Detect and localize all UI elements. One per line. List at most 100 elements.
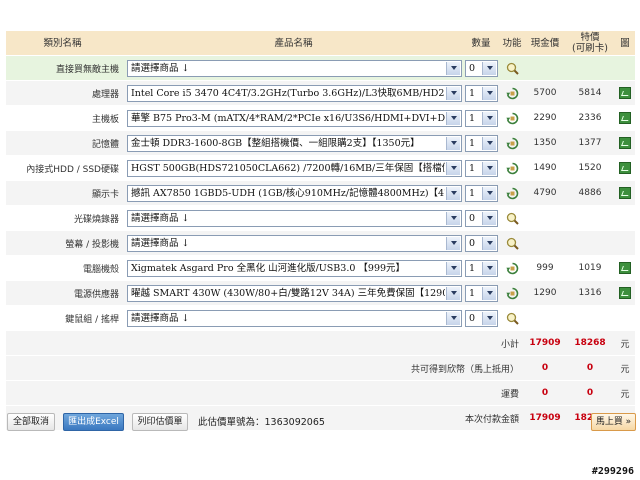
summary-card: 18268 (565, 330, 615, 356)
cash-price: 5700 (525, 80, 565, 106)
quantity-select[interactable]: 1 (465, 159, 498, 177)
quantity-select[interactable]: 0 (465, 309, 498, 327)
product-image-icon[interactable] (619, 137, 631, 149)
product-image-icon[interactable] (619, 187, 631, 199)
category-label: 內接式HDD / SSD硬碟 (6, 155, 124, 181)
table-header-row: 類別名稱 產品名稱 數量 功能 現金價 特價 (可刷卡) 圖 (6, 31, 635, 56)
recycle-icon[interactable] (505, 162, 519, 175)
product-select[interactable]: 請選擇商品 ↓ (127, 309, 462, 327)
summary-label: 小計 (6, 330, 525, 356)
quantity-select[interactable]: 0 (465, 209, 498, 227)
product-image-icon[interactable] (619, 162, 631, 174)
card-price: 1377 (565, 130, 615, 156)
header-card-price-line2: (可刷卡) (572, 43, 608, 54)
magnifier-icon[interactable] (506, 62, 519, 75)
product-select-value: 曜越 SMART 430W (430W/80+白/雙路12V 34A) 三年免費… (131, 287, 445, 299)
product-select[interactable]: 華擎 B75 Pro3-M (mATX/4*RAM/2*PCIe x16/U3S… (127, 109, 462, 127)
card-price (565, 55, 615, 81)
table-row: 處理器 Intel Core i5 3470 4C4T/3.2GHz(Turbo … (6, 80, 635, 106)
quantity-select[interactable]: 1 (465, 259, 498, 277)
chevron-down-icon (482, 86, 496, 100)
buy-now-button[interactable]: 馬上買 » (591, 413, 636, 431)
recycle-icon[interactable] (505, 137, 519, 150)
card-price: 2336 (565, 105, 615, 131)
recycle-icon[interactable] (505, 287, 519, 300)
product-select[interactable]: 請選擇商品 ↓ (127, 209, 462, 227)
summary-row: 運費 0 0 元 (6, 380, 635, 406)
product-image-icon[interactable] (619, 287, 631, 299)
export-excel-button[interactable]: 匯出成Excel (63, 413, 124, 431)
chevron-down-icon (482, 311, 496, 325)
quantity-select-value: 1 (469, 162, 476, 174)
magnifier-icon[interactable] (506, 237, 519, 250)
chevron-down-icon (446, 186, 460, 200)
recycle-icon[interactable] (505, 112, 519, 125)
magnifier-icon[interactable] (506, 212, 519, 225)
chevron-down-icon (482, 261, 496, 275)
product-select-value: HGST 500GB(HDS721050CLA662) /7200轉/16MB/… (131, 162, 445, 174)
cash-price: 1350 (525, 130, 565, 156)
product-select[interactable]: 請選擇商品 ↓ (127, 59, 462, 77)
product-select[interactable]: Xigmatek Asgard Pro 全黑化 山河進化版/USB3.0 【99… (127, 259, 462, 277)
category-label: 電腦機殼 (6, 255, 124, 281)
cash-price (525, 230, 565, 256)
chevron-down-icon (446, 286, 460, 300)
summary-card: 0 (565, 355, 615, 381)
card-price: 4886 (565, 180, 615, 206)
table-row: 顯示卡 撼訊 AX7850 1GBD5-UDH (1GB/核心910MHz/記憶體… (6, 180, 635, 206)
summary-cash: 17909 (525, 330, 565, 356)
chevron-down-icon (446, 211, 460, 225)
product-select-value: 撼訊 AX7850 1GBD5-UDH (1GB/核心910MHz/記憶體480… (131, 187, 445, 199)
recycle-icon[interactable] (505, 262, 519, 275)
product-select[interactable]: Intel Core i5 3470 4C4T/3.2GHz(Turbo 3.6… (127, 84, 462, 102)
cash-price (525, 205, 565, 231)
quote-number: 此估價單號為：1363092065 (198, 417, 325, 428)
product-select[interactable]: 曜越 SMART 430W (430W/80+白/雙路12V 34A) 三年免費… (127, 284, 462, 302)
category-label: 主機板 (6, 105, 124, 131)
card-price (565, 205, 615, 231)
product-select[interactable]: 金士頓 DDR3-1600-8GB【整組搭機價、一組限購2支】【1350元】 (127, 134, 462, 152)
chevron-down-icon (482, 186, 496, 200)
quantity-select[interactable]: 1 (465, 134, 498, 152)
quantity-select[interactable]: 0 (465, 59, 498, 77)
quantity-select[interactable]: 1 (465, 284, 498, 302)
recycle-icon[interactable] (505, 187, 519, 200)
quantity-select-value: 0 (469, 237, 476, 249)
print-quote-button[interactable]: 列印估價單 (132, 413, 188, 431)
quantity-select[interactable]: 1 (465, 184, 498, 202)
quantity-select[interactable]: 1 (465, 109, 498, 127)
product-select-value: Xigmatek Asgard Pro 全黑化 山河進化版/USB3.0 【99… (131, 262, 406, 274)
product-select[interactable]: 請選擇商品 ↓ (127, 234, 462, 252)
product-select-value: 請選擇商品 ↓ (131, 212, 190, 224)
card-price (565, 305, 615, 331)
table-row: 鍵鼠組 / 搖桿 請選擇商品 ↓ 0 (6, 305, 635, 331)
product-image-icon[interactable] (619, 112, 631, 124)
product-image-icon[interactable] (619, 87, 631, 99)
quantity-select[interactable]: 0 (465, 234, 498, 252)
quantity-select[interactable]: 1 (465, 84, 498, 102)
quantity-select-value: 1 (469, 112, 476, 124)
product-image-icon[interactable] (619, 262, 631, 274)
table-row: 主機板 華擎 B75 Pro3-M (mATX/4*RAM/2*PCIe x16/… (6, 105, 635, 131)
category-label: 直接買無敵主機 (6, 55, 124, 81)
product-select[interactable]: 撼訊 AX7850 1GBD5-UDH (1GB/核心910MHz/記憶體480… (127, 184, 462, 202)
price-quote-table: 類別名稱 產品名稱 數量 功能 現金價 特價 (可刷卡) 圖 直接買無敵主機 請選擇… (6, 31, 635, 431)
magnifier-icon[interactable] (506, 312, 519, 325)
product-select-value: 請選擇商品 ↓ (131, 237, 190, 249)
summary-unit: 元 (615, 330, 635, 356)
recycle-icon[interactable] (505, 87, 519, 100)
quantity-select-value: 1 (469, 262, 476, 274)
product-select-value: 金士頓 DDR3-1600-8GB【整組搭機價、一組限購2支】【1350元】 (131, 137, 420, 149)
cash-price: 999 (525, 255, 565, 281)
summary-row: 共可得到欣幣（馬上抵用） 0 0 元 (6, 355, 635, 381)
cash-price: 1290 (525, 280, 565, 306)
chevron-down-icon (482, 111, 496, 125)
chevron-down-icon (482, 61, 496, 75)
chevron-down-icon (482, 161, 496, 175)
header-card-price-line1: 特價 (580, 32, 600, 43)
product-select[interactable]: HGST 500GB(HDS721050CLA662) /7200轉/16MB/… (127, 159, 462, 177)
quantity-select-value: 1 (469, 187, 476, 199)
table-row: 記憶體 金士頓 DDR3-1600-8GB【整組搭機價、一組限購2支】【1350元… (6, 130, 635, 156)
category-label: 顯示卡 (6, 180, 124, 206)
clear-all-button[interactable]: 全部取消 (7, 413, 55, 431)
